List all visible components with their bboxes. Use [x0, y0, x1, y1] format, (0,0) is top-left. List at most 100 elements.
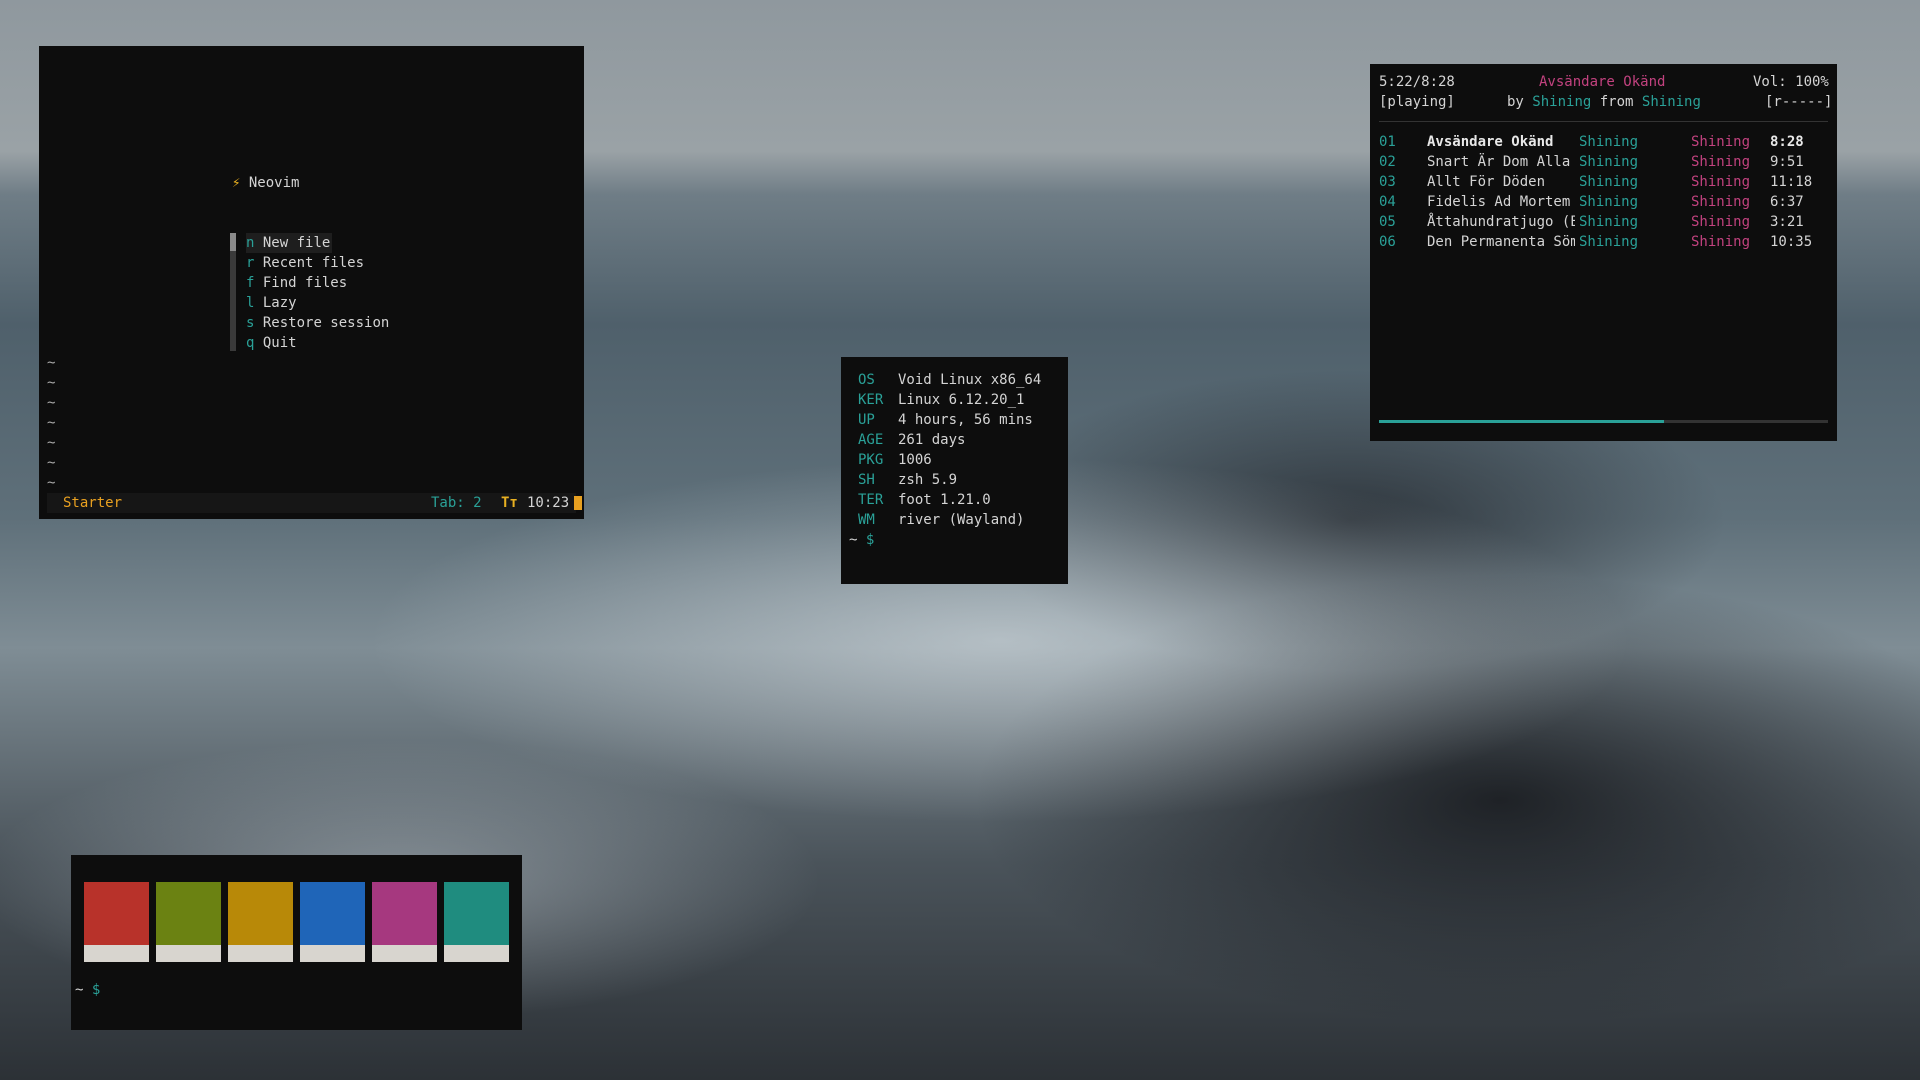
playback-flags: [r-----]: [1765, 94, 1833, 110]
track-title: Allt För Döden: [1427, 174, 1546, 190]
sysinfo-key: KER: [858, 392, 884, 408]
header-divider: [1379, 121, 1828, 122]
track-row[interactable]: 03 Allt För Döden Shining Shining 11:18: [1379, 172, 1829, 192]
color-palette-terminal[interactable]: ~ $: [71, 855, 522, 1030]
sysinfo-value: Void Linux x86_64: [898, 372, 1042, 388]
track-album: Shining: [1691, 194, 1751, 210]
menu-item-quit[interactable]: q Quit: [246, 333, 297, 353]
track-length: 3:21: [1770, 214, 1804, 230]
track-row[interactable]: 06 Den Permanenta Söm Shining Shining 10…: [1379, 232, 1829, 252]
track-artist: Shining: [1579, 234, 1639, 250]
sysinfo-value: zsh 5.9: [898, 472, 958, 488]
dashboard-title-text: Neovim: [248, 175, 300, 191]
track-artist: Shining: [1579, 174, 1639, 190]
menu-item-lazy[interactable]: l Lazy: [246, 293, 297, 313]
volume-readout: Vol: 100%: [1753, 74, 1829, 90]
track-album: Shining: [1691, 214, 1751, 230]
track-length: 10:35: [1770, 234, 1813, 250]
music-player-window[interactable]: 5:22/8:28 Avsändare Okänd Vol: 100% [pla…: [1370, 64, 1837, 441]
neovim-window[interactable]: ⚡ Neovim n New file r Recent files f Fin…: [39, 46, 584, 519]
sysinfo-key: AGE: [858, 432, 884, 448]
swatch-normal: [84, 882, 149, 945]
prompt-tilde: ~: [849, 532, 858, 548]
sysinfo-terminal[interactable]: OS Void Linux x86_64 KER Linux 6.12.20_1…: [841, 357, 1068, 584]
now-playing-album: Shining: [1641, 94, 1701, 110]
empty-line-tilde: ~: [47, 435, 56, 451]
sysinfo-key: OS: [858, 372, 875, 388]
playback-state: [playing]: [1379, 94, 1455, 110]
color-swatch: [156, 882, 221, 962]
menu-label: Recent files: [262, 255, 365, 271]
track-length: 11:18: [1770, 174, 1813, 190]
track-number: 06: [1379, 234, 1396, 250]
sysinfo-key: UP: [858, 412, 875, 428]
progress-bar-fill: [1379, 420, 1664, 423]
swatch-normal: [300, 882, 365, 945]
menu-key: q: [246, 335, 255, 351]
shell-prompt[interactable]: ~ $: [849, 530, 874, 550]
track-title: Snart Är Dom Alla: [1427, 154, 1571, 170]
track-artist: Shining: [1579, 194, 1639, 210]
track-album: Shining: [1691, 174, 1751, 190]
statusline-tab: Tab: 2: [431, 495, 482, 511]
track-title: Den Permanenta Söm: [1427, 234, 1575, 250]
menu-selection-marker: [230, 233, 236, 251]
menu-item-new-file[interactable]: n New file: [246, 233, 333, 253]
menu-key: l: [246, 295, 255, 311]
track-row[interactable]: 01 Avsändare Okänd Shining Shining 8:28: [1379, 132, 1829, 152]
sysinfo-value: 4 hours, 56 mins: [898, 412, 1033, 428]
track-album: Shining: [1691, 234, 1751, 250]
track-album: Shining: [1691, 154, 1751, 170]
menu-label: Restore session: [262, 315, 390, 331]
track-row[interactable]: 04 Fidelis Ad Mortem Shining Shining 6:3…: [1379, 192, 1829, 212]
empty-line-tilde: ~: [47, 375, 56, 391]
lightning-icon: ⚡: [232, 175, 241, 191]
prompt-tilde: ~: [75, 982, 84, 998]
shell-prompt[interactable]: ~ $: [75, 980, 100, 1000]
statusline: Starter Tab: 2 Tт 10:23: [47, 493, 582, 513]
track-artist: Shining: [1579, 214, 1639, 230]
font-size-icon: Tт: [501, 495, 518, 511]
cursor-block: [574, 496, 582, 510]
menu-label: Find files: [262, 275, 348, 291]
empty-line-tilde: ~: [47, 475, 56, 491]
sysinfo-value: Linux 6.12.20_1: [898, 392, 1025, 408]
prompt-symbol: $: [91, 982, 101, 998]
track-title: Fidelis Ad Mortem: [1427, 194, 1571, 210]
track-row[interactable]: 05 Åttahundratjugo (E Shining Shining 3:…: [1379, 212, 1829, 232]
track-number: 04: [1379, 194, 1396, 210]
color-swatch: [228, 882, 293, 962]
prompt-symbol: $: [865, 532, 875, 548]
menu-item-restore-session[interactable]: s Restore session: [246, 313, 389, 333]
menu-item-find-files[interactable]: f Find files: [246, 273, 347, 293]
sysinfo-key: PKG: [858, 452, 884, 468]
color-swatch: [300, 882, 365, 962]
menu-label: Quit: [262, 335, 297, 351]
empty-line-tilde: ~: [47, 455, 56, 471]
empty-line-tilde: ~: [47, 395, 56, 411]
empty-line-tilde: ~: [47, 355, 56, 371]
color-swatch: [372, 882, 437, 962]
swatch-bright: [84, 945, 149, 962]
progress-bar[interactable]: [1379, 420, 1828, 423]
statusline-clock: 10:23: [527, 495, 570, 511]
color-swatch: [444, 882, 509, 962]
menu-item-recent-files[interactable]: r Recent files: [246, 253, 364, 273]
swatch-bright: [372, 945, 437, 962]
sysinfo-key: SH: [858, 472, 875, 488]
track-length: 9:51: [1770, 154, 1804, 170]
track-title: Avsändare Okänd: [1427, 134, 1554, 150]
track-length: 8:28: [1770, 134, 1804, 150]
empty-line-tilde: ~: [47, 415, 56, 431]
swatch-normal: [372, 882, 437, 945]
by-label: by: [1507, 94, 1524, 110]
menu-key: r: [246, 255, 255, 271]
swatch-bright: [156, 945, 221, 962]
track-number: 02: [1379, 154, 1396, 170]
sysinfo-value: 1006: [898, 452, 932, 468]
track-row[interactable]: 02 Snart Är Dom Alla Shining Shining 9:5…: [1379, 152, 1829, 172]
sysinfo-value: river (Wayland): [898, 512, 1025, 528]
from-label: from: [1599, 94, 1634, 110]
swatch-bright: [444, 945, 509, 962]
now-playing-artist: Shining: [1532, 94, 1592, 110]
